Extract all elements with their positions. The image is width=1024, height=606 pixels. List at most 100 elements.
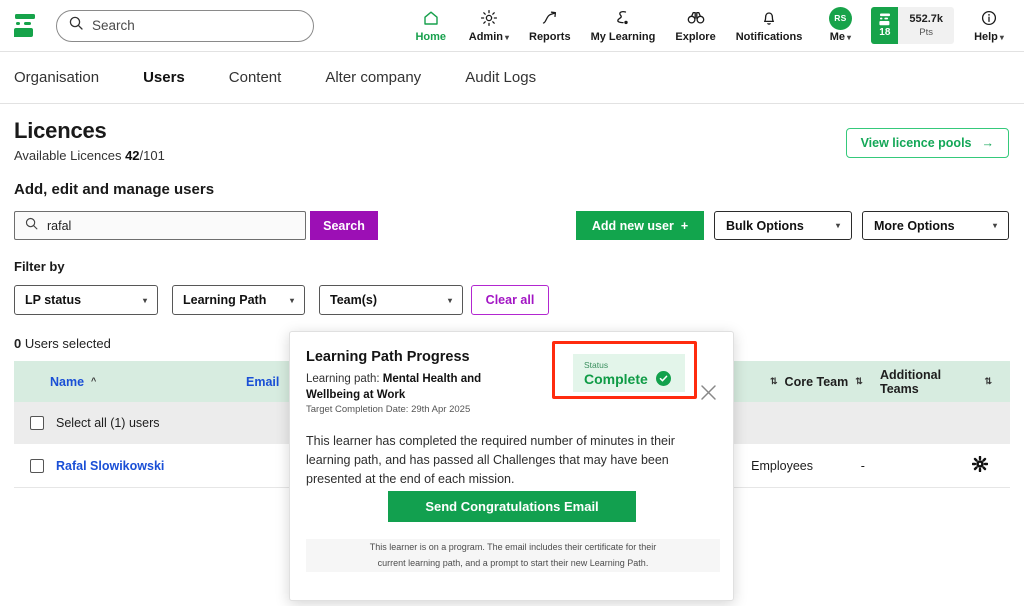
global-search-input[interactable]: Search [56,10,314,42]
filter-by-label: Filter by [14,259,65,274]
header-nav: Home Admin▾ Reports My Learning [404,5,1016,47]
app-logo-icon [878,13,892,26]
points-widget[interactable]: 18 552.7k Pts [871,7,954,44]
bulk-options-label: Bulk Options [726,219,804,233]
avatar: RS [829,9,852,28]
row-checkbox[interactable] [30,459,44,473]
view-licence-pools-button[interactable]: View licence pools → [846,128,1009,158]
nav-item-me[interactable]: RS Me▾ [813,5,867,47]
nav-item-my-learning[interactable]: My Learning [582,5,665,47]
filter-lp-status-label: LP status [25,293,81,307]
tab-content[interactable]: Content [207,69,304,86]
sort-icon: ⇅ [984,377,992,386]
column-header-core-team[interactable]: ⇅ Core Team ⇅ [770,375,880,389]
info-icon [980,9,998,28]
tab-alter-company[interactable]: Alter company [303,69,443,86]
nav-item-admin[interactable]: Admin▾ [460,5,518,47]
nav-label-reports: Reports [529,31,571,43]
manage-users-heading: Add, edit and manage users [14,181,214,198]
licences-header: Licences Available Licences 42/101 [14,118,165,163]
section-tab-bar: Organisation Users Content Alter company… [0,52,1024,104]
column-header-name[interactable]: Name ^ [14,375,246,389]
filter-learning-path-label: Learning Path [183,293,266,307]
more-options-label: More Options [874,219,955,233]
top-header: Search Home Admin▾ Reports [0,0,1024,52]
modal-body-text: This learner has completed the required … [306,432,696,489]
filter-teams[interactable]: Team(s) ▾ [319,285,463,315]
search-button[interactable]: Search [310,211,378,240]
send-congratulations-email-button[interactable]: Send Congratulations Email [388,491,636,522]
modal-target-date: Target Completion Date: 29th Apr 2025 [306,404,470,415]
app-logo-icon [12,13,38,39]
available-licences-count: 42 [125,148,139,163]
nav-label-explore: Explore [675,31,715,43]
nav-label-my-learning: My Learning [591,31,656,43]
level-badge: 18 [871,7,898,44]
chevron-down-icon: ▾ [993,221,997,230]
search-icon [69,16,83,35]
tab-users[interactable]: Users [121,69,207,86]
app-logo[interactable] [0,13,50,39]
points-amount: 552.7k Pts [898,7,954,44]
cell-name[interactable]: Rafal Slowikowski [56,459,239,473]
close-icon [700,384,717,401]
column-header-additional-teams[interactable]: Additional Teams ⇅ [880,368,992,396]
chevron-down-icon: ▾ [143,296,147,305]
bulk-options-dropdown[interactable]: Bulk Options ▾ [714,211,852,240]
user-search-input[interactable]: rafal [14,211,306,240]
page-root: Search Home Admin▾ Reports [0,0,1024,606]
nav-label-home: Home [415,31,446,43]
cell-additional-teams: - [861,459,960,473]
bell-icon [760,9,778,28]
filter-learning-path[interactable]: Learning Path ▾ [172,285,305,315]
search-icon [25,217,38,235]
view-licence-pools-label: View licence pools [861,136,972,150]
tab-audit-logs[interactable]: Audit Logs [443,69,558,86]
available-licences-total: /101 [140,148,165,163]
modal-note-line-1: This learner is on a program. The email … [370,541,656,554]
row-settings-gear-icon[interactable] [972,456,988,475]
chevron-down-icon: ▾ [290,296,294,305]
modal-learning-path-prefix: Learning path: [306,373,383,385]
chevron-down-icon: ▾ [847,33,851,42]
points-value: 552.7k [909,13,943,25]
nav-item-home[interactable]: Home [404,5,458,47]
add-new-user-label: Add new user [592,219,674,233]
column-label-core-team: Core Team [785,375,849,389]
select-all-label: Select all (1) users [56,416,160,430]
check-circle-icon [656,371,671,386]
home-icon [422,9,440,28]
nav-item-explore[interactable]: Explore [666,5,724,47]
points-unit: Pts [919,27,933,38]
page-title: Licences [14,118,165,144]
modal-note-line-2: current learning path, and a prompt to s… [378,557,649,570]
filter-lp-status[interactable]: LP status ▾ [14,285,158,315]
modal-close-button[interactable] [700,384,717,406]
nav-item-reports[interactable]: Reports [520,5,580,47]
users-selected-count: 0 Users selected [14,336,111,351]
chevron-down-icon: ▾ [1000,33,1004,42]
more-options-dropdown[interactable]: More Options ▾ [862,211,1009,240]
tab-organisation[interactable]: Organisation [14,69,121,86]
nav-item-help[interactable]: Help▾ [962,5,1016,47]
binoculars-icon [687,9,705,28]
modal-title: Learning Path Progress [306,349,470,365]
available-licences: Available Licences 42/101 [14,148,165,163]
arrow-right-icon: → [982,136,995,150]
modal-footer-note: This learner is on a program. The email … [306,539,720,572]
add-new-user-button[interactable]: Add new user + [576,211,704,240]
available-licences-label: Available Licences [14,148,125,163]
sort-icon: ⇅ [855,377,863,386]
chevron-down-icon: ▾ [505,33,509,42]
selected-count-label: Users selected [21,336,111,351]
select-all-checkbox[interactable] [30,416,44,430]
status-label: Status [584,360,685,370]
sort-asc-icon: ^ [91,377,96,386]
modal-learning-path: Learning path: Mental Health and Wellbei… [306,372,534,404]
clear-all-button[interactable]: Clear all [471,285,549,315]
nav-item-notifications[interactable]: Notifications [727,5,812,47]
column-label-additional-teams: Additional Teams [880,368,977,396]
status-value: Complete [584,371,648,387]
chevron-down-icon: ▾ [836,221,840,230]
level-number: 18 [879,27,890,38]
